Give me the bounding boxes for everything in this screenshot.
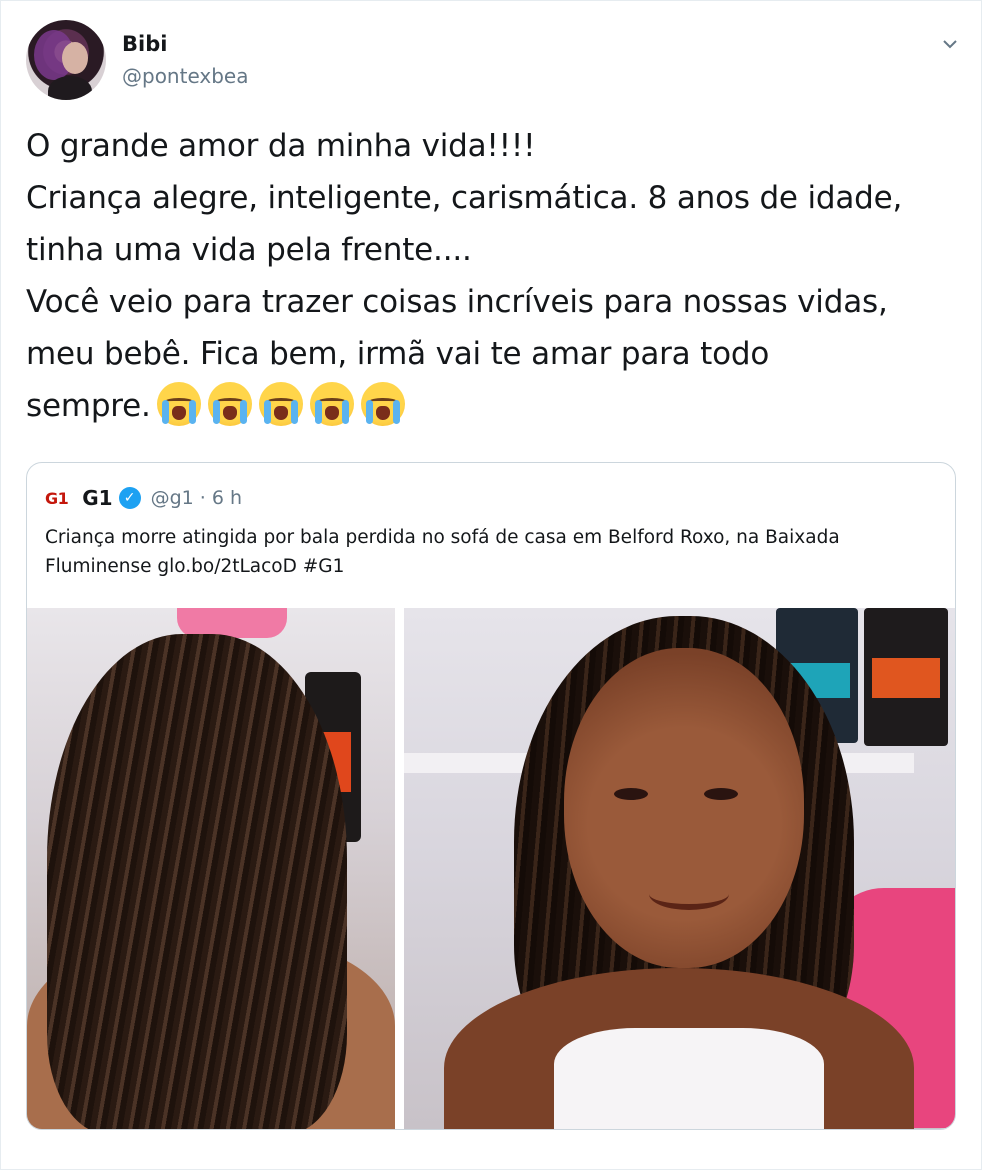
quoted-handle-time[interactable]: @g1 · 6 h [151,487,242,509]
photo-detail-hair [47,634,347,1129]
quoted-tweet-text: Criança morre atingida por bala perdida … [45,527,840,577]
photo-detail-face [564,648,804,968]
photo-smiling-girl[interactable] [404,608,955,1129]
avatar-face [62,42,88,74]
photo-detail-eye [704,788,738,800]
photo-detail-smile [649,878,729,910]
quoted-tweet[interactable]: G1 G1 ✓ @g1 · 6 h Criança morre atingida… [26,462,956,1130]
emoji-row [156,380,412,432]
chevron-down-icon[interactable] [940,34,960,54]
tweet-text: O grande amor da minha vida!!!! Criança … [26,120,966,432]
loudly-crying-face-icon [309,382,354,426]
loudly-crying-face-icon [156,382,201,426]
quoted-photos [27,608,955,1129]
loudly-crying-face-icon [258,382,303,426]
verified-badge-icon: ✓ [118,487,141,509]
author-name[interactable]: Bibi [122,32,167,56]
quoted-author-name[interactable]: G1 [82,486,112,510]
photo-detail-top [554,1028,824,1129]
photo-detail-eye [614,788,648,800]
author-handle[interactable]: @pontexbea [122,64,249,88]
tweet-header: Bibi @pontexbea [26,20,966,102]
loudly-crying-face-icon [360,382,405,426]
photo-back-of-girl[interactable] [27,608,395,1129]
photo-divider [395,608,404,1129]
quoted-tweet-header: G1 G1 ✓ @g1 · 6 h [45,483,242,513]
g1-logo: G1 [45,488,69,508]
avatar-body [48,76,92,100]
loudly-crying-face-icon [207,382,252,426]
avatar[interactable] [26,20,106,100]
photo-detail-bottle [864,608,948,746]
